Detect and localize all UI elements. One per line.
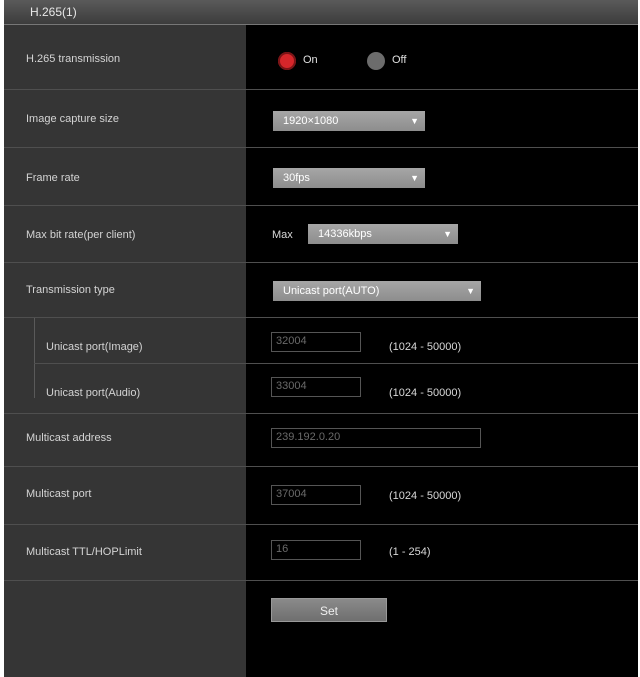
transmission-type-label: Transmission type (26, 284, 115, 296)
unicast-port-image-input[interactable]: 32004 (271, 332, 361, 352)
multicast-port-input[interactable]: 37004 (271, 485, 361, 505)
max-bit-rate-select[interactable]: 14336kbps ▼ (308, 224, 458, 244)
chevron-down-icon: ▼ (410, 173, 419, 183)
multicast-port-range: (1024 - 50000) (389, 490, 462, 502)
multicast-address-label: Multicast address (26, 432, 112, 444)
h265-off-radio[interactable] (367, 52, 385, 70)
section-header: H.265(1) (4, 0, 638, 25)
multicast-port-label: Multicast port (26, 488, 92, 500)
multicast-ttl-input[interactable]: 16 (271, 540, 361, 560)
h265-transmission-label: H.265 transmission (26, 53, 121, 65)
transmission-type-value: Unicast port(AUTO) (283, 285, 380, 297)
unicast-port-audio-range: (1024 - 50000) (389, 387, 462, 399)
max-bit-rate-prefix: Max (272, 229, 293, 241)
max-bit-rate-label: Max bit rate(per client) (26, 229, 136, 241)
multicast-ttl-range: (1 - 254) (389, 546, 431, 558)
image-capture-size-select[interactable]: 1920×1080 ▼ (273, 111, 425, 131)
frame-rate-label: Frame rate (26, 172, 80, 184)
frame-rate-select[interactable]: 30fps ▼ (273, 168, 425, 188)
chevron-down-icon: ▼ (443, 229, 452, 239)
chevron-down-icon: ▼ (466, 286, 475, 296)
section-title: H.265(1) (30, 5, 77, 19)
transmission-type-select[interactable]: Unicast port(AUTO) ▼ (273, 281, 481, 301)
set-button[interactable]: Set (271, 598, 387, 622)
unicast-port-image-range: (1024 - 50000) (389, 341, 462, 353)
multicast-ttl-label: Multicast TTL/HOPLimit (26, 546, 142, 558)
max-bit-rate-value: 14336kbps (318, 228, 372, 240)
h265-on-label: On (303, 54, 318, 66)
frame-rate-value: 30fps (283, 172, 310, 184)
h265-on-radio[interactable] (278, 52, 296, 70)
image-capture-size-label: Image capture size (26, 113, 119, 125)
h265-off-label: Off (392, 54, 407, 66)
image-capture-size-value: 1920×1080 (283, 115, 339, 127)
unicast-port-audio-input[interactable]: 33004 (271, 377, 361, 397)
unicast-port-audio-label: Unicast port(Audio) (46, 387, 141, 399)
chevron-down-icon: ▼ (410, 116, 419, 126)
multicast-address-input[interactable]: 239.192.0.20 (271, 428, 481, 448)
unicast-port-image-label: Unicast port(Image) (46, 341, 143, 353)
